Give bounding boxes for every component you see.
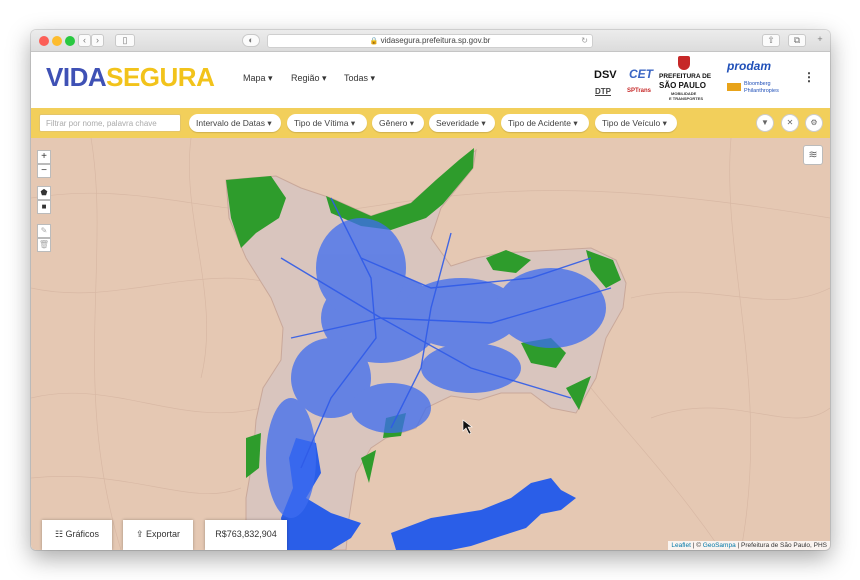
zoom-out-button[interactable]: − [37,164,51,178]
zoom-in-button[interactable]: + [37,150,51,164]
dsv-logo: DSV [594,69,617,81]
filter-severidade[interactable]: Severidade ▾ [429,114,495,132]
tabs-icon[interactable]: ⧉ [788,34,806,47]
sidebar-icon[interactable]: ▯ [115,34,135,47]
export-icon: ⇪ [135,529,144,539]
edit-layers-icon[interactable]: ✎ [37,224,51,238]
menu-regiao[interactable]: Região ▾ [291,73,327,84]
reload-icon[interactable]: ↻ [581,35,588,47]
chart-icon: ☷ [54,529,64,539]
map-canvas [31,138,830,550]
dtp-logo: DTP [595,87,611,96]
vida-segura-logo[interactable]: VIDASEGURA [46,62,215,93]
menu-todas[interactable]: Todas ▾ [344,73,375,84]
prefeitura-line4: E TRANSPORTES [669,96,704,101]
browser-window: ‹ › ▯ ◐ 🔒 vidasegura.prefeitura.sp.gov.b… [31,30,830,550]
cursor-icon [462,419,473,435]
forward-icon[interactable]: › [91,34,104,47]
geosampa-link[interactable]: GeoSampa [703,542,736,549]
sptrans-logo: SPTrans [627,88,652,94]
back-icon[interactable]: ‹ [78,34,91,47]
prefeitura-line2: SÃO PAULO [659,81,706,90]
bloomberg-line1: Bloomberg [744,81,771,87]
privacy-icon[interactable]: ◐ [242,34,260,47]
layers-icon[interactable]: ≋ [803,145,823,165]
new-tab-icon[interactable]: + [813,34,827,47]
graficos-button[interactable]: ☷ Gráficos [42,520,112,550]
exportar-button[interactable]: ⇪ Exportar [123,520,193,550]
total-cost-label: R$763,832,904 [205,520,287,550]
filter-icon[interactable]: ▼ [756,114,774,132]
draw-polygon-icon[interactable]: ⬟ [37,186,51,200]
more-options-icon[interactable]: ⋮ [803,70,815,84]
logo-segura: SEGURA [106,62,215,92]
menu-mapa[interactable]: Mapa ▾ [243,73,273,84]
minimize-window-button[interactable] [52,36,62,46]
clear-filters-icon[interactable]: ✕ [781,114,799,132]
accident-map[interactable]: + − ⬟ ■ ✎ 🗑 ≋ ☷ Gráficos ⇪ Exportar R$76… [31,138,830,550]
browser-toolbar: ‹ › ▯ ◐ 🔒 vidasegura.prefeitura.sp.gov.b… [31,30,830,52]
filter-bar: Filtrar por nome, palavra chave Interval… [31,108,830,138]
prefeitura-line1: PREFEITURA DE [659,73,712,80]
lock-icon: 🔒 [369,38,379,45]
filter-intervalo-de-datas[interactable]: Intervalo de Datas ▾ [189,114,281,132]
filter-genero[interactable]: Gênero ▾ [372,114,424,132]
search-input[interactable]: Filtrar por nome, palavra chave [39,114,181,132]
filter-tipo-de-veiculo[interactable]: Tipo de Veículo ▾ [595,114,677,132]
bloomberg-line2: Philanthropies [744,88,779,94]
settings-gear-icon[interactable]: ⚙ [805,114,823,132]
logo-vida: VIDA [46,62,107,92]
leaflet-link[interactable]: Leaflet [671,542,691,549]
cet-logo: CET [629,67,653,81]
filter-tipo-de-acidente[interactable]: Tipo de Acidente ▾ [501,114,589,132]
share-icon[interactable]: ⇧ [762,34,780,47]
draw-rectangle-icon[interactable]: ■ [37,200,51,214]
prefeitura-credit: Prefeitura de São Paulo, PHS [741,542,827,549]
map-attribution: Leaflet | © GeoSampa | Prefeitura de São… [668,541,830,550]
app-header: VIDASEGURA Mapa ▾ Região ▾ Todas ▾ DSV C… [31,52,830,107]
delete-layers-icon[interactable]: 🗑 [37,238,51,252]
url-text: vidasegura.prefeitura.sp.gov.br [380,36,491,45]
address-bar[interactable]: 🔒 vidasegura.prefeitura.sp.gov.br ↻ [267,34,593,48]
prodam-logo: prodam [727,59,772,73]
sao-paulo-crest-icon [678,56,690,70]
bloomberg-icon [727,83,741,91]
maximize-window-button[interactable] [65,36,75,46]
filter-tipo-de-vitima[interactable]: Tipo de Vítima ▾ [287,114,367,132]
close-window-button[interactable] [39,36,49,46]
